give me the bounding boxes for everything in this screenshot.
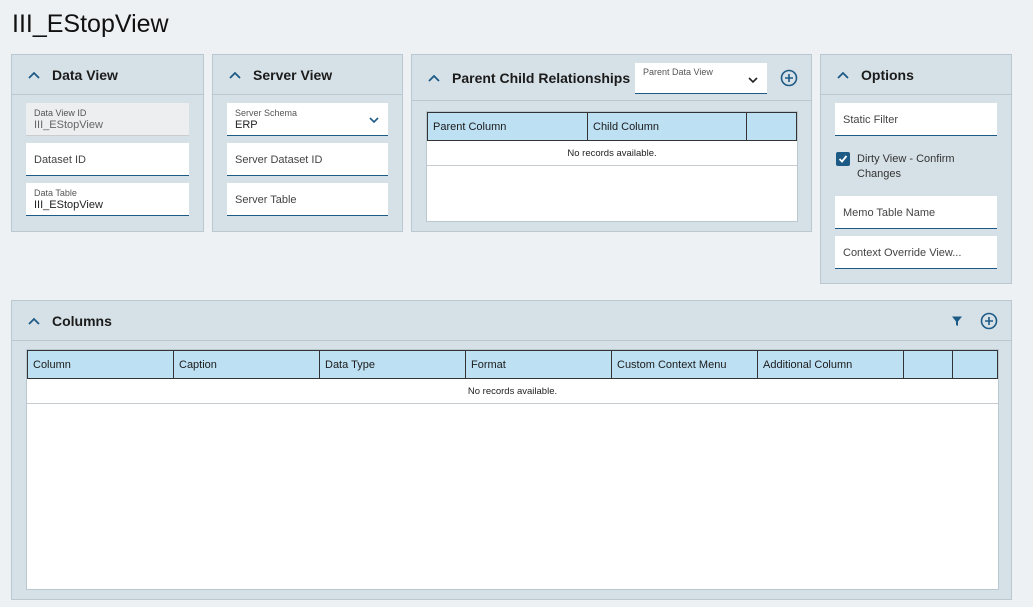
plus-circle-icon[interactable] [979, 311, 999, 331]
grid-column-header[interactable]: Column [28, 351, 174, 378]
columns-grid-header: Column Caption Data Type Format Custom C… [27, 350, 998, 379]
server-table-placeholder: Server Table [235, 194, 297, 206]
grid-column-header[interactable]: Custom Context Menu [612, 351, 758, 378]
chevron-up-icon[interactable] [835, 67, 851, 83]
columns-grid: Column Caption Data Type Format Custom C… [26, 349, 999, 590]
server-view-header[interactable]: Server View [213, 55, 402, 95]
parent-child-grid: Parent Column Child Column No records av… [426, 111, 798, 222]
context-override-view-placeholder: Context Override View... [843, 247, 962, 259]
chevron-down-icon[interactable] [368, 113, 380, 125]
server-schema-label: Server Schema [235, 108, 298, 118]
columns-header[interactable]: Columns [12, 301, 1011, 341]
static-filter-input[interactable]: Static Filter [835, 103, 997, 136]
data-table-input[interactable]: Data Table III_EStopView [26, 183, 189, 216]
grid-column-header[interactable]: Data Type [320, 351, 466, 378]
grid-empty-message: No records available. [427, 141, 797, 166]
grid-empty-message: No records available. [27, 379, 998, 404]
data-view-id-label: Data View ID [34, 108, 87, 118]
memo-table-name-input[interactable]: Memo Table Name [835, 196, 997, 229]
chevron-up-icon[interactable] [26, 313, 42, 329]
dataset-id-input[interactable]: Dataset ID [26, 143, 189, 176]
chevron-up-icon[interactable] [227, 67, 243, 83]
server-dataset-id-input[interactable]: Server Dataset ID [227, 143, 388, 176]
memo-table-name-placeholder: Memo Table Name [843, 207, 936, 219]
data-table-label: Data Table [34, 188, 77, 198]
parent-child-title: Parent Child Relationships [452, 69, 631, 86]
server-schema-value: ERP [235, 119, 258, 131]
grid-column-header[interactable]: Format [466, 351, 612, 378]
dataset-id-placeholder: Dataset ID [34, 154, 86, 166]
server-table-input[interactable]: Server Table [227, 183, 388, 216]
dirty-view-checkbox[interactable] [836, 152, 850, 166]
grid-column-header[interactable]: Caption [174, 351, 320, 378]
data-view-id-value: III_EStopView [34, 119, 103, 131]
server-view-panel: Server View Server Schema ERP Server Dat… [212, 54, 403, 232]
columns-panel: Columns Column Caption Data Type Format … [11, 300, 1012, 600]
server-dataset-id-placeholder: Server Dataset ID [235, 154, 323, 166]
chevron-down-icon[interactable] [747, 73, 759, 85]
server-schema-select[interactable]: Server Schema ERP [227, 103, 388, 136]
chevron-up-icon[interactable] [26, 67, 42, 83]
grid-column-header[interactable]: Parent Column [428, 113, 588, 140]
parent-child-panel: Parent Child Relationships Parent Data V… [411, 54, 812, 232]
data-table-value: III_EStopView [34, 199, 103, 211]
options-header[interactable]: Options [821, 55, 1011, 95]
grid-column-header[interactable] [904, 351, 953, 378]
data-view-header[interactable]: Data View [12, 55, 203, 95]
parent-data-view-select[interactable]: Parent Data View [635, 63, 767, 94]
options-panel: Options Static Filter Dirty View - Confi… [820, 54, 1012, 284]
page-title: III_EStopView [12, 10, 169, 38]
parent-data-view-label: Parent Data View [643, 67, 713, 77]
filter-icon[interactable] [947, 311, 967, 331]
server-view-title: Server View [253, 66, 333, 83]
options-title: Options [861, 66, 914, 83]
grid-column-header[interactable]: Additional Column [758, 351, 904, 378]
data-view-id-field: Data View ID III_EStopView [26, 103, 189, 136]
data-view-panel: Data View Data View ID III_EStopView Dat… [11, 54, 204, 232]
columns-title: Columns [52, 312, 112, 329]
parent-child-grid-header: Parent Column Child Column [427, 112, 797, 141]
data-view-title: Data View [52, 66, 118, 83]
grid-column-header[interactable] [953, 351, 997, 378]
context-override-view-input[interactable]: Context Override View... [835, 236, 997, 269]
grid-column-header[interactable] [747, 113, 796, 140]
static-filter-placeholder: Static Filter [843, 114, 899, 126]
dirty-view-label[interactable]: Dirty View - Confirm Changes [857, 152, 977, 182]
plus-circle-icon[interactable] [779, 68, 799, 88]
chevron-up-icon[interactable] [426, 70, 442, 86]
checkmark-icon [838, 155, 848, 163]
grid-column-header[interactable]: Child Column [588, 113, 747, 140]
